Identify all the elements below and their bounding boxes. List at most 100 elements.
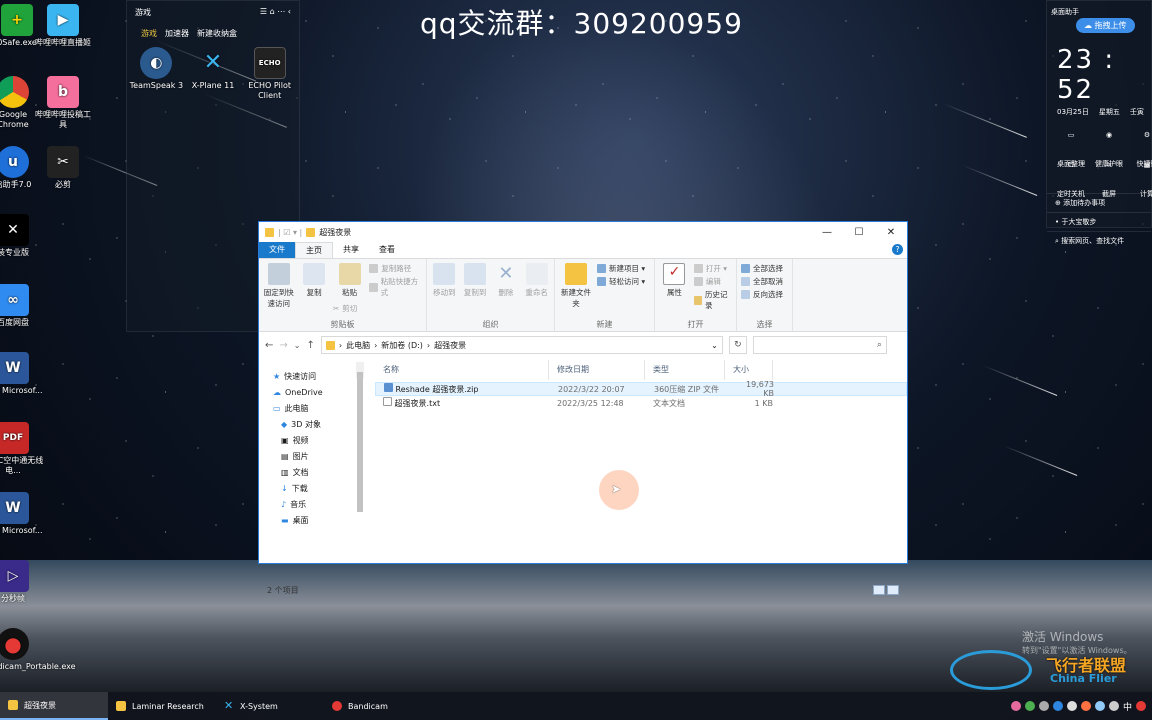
help-icon[interactable]: ? [892,244,903,255]
desktop-icon-pdf[interactable]: PDF TPRC空中通无线电... [0,422,44,476]
ribbon-tab-view[interactable]: 查看 [369,242,405,258]
history-button[interactable]: 历史记录 [693,289,732,311]
widget-todo-item[interactable]: • 于大宝敬步 [1047,212,1151,231]
select-all-button[interactable]: 全部选择 [741,263,783,274]
column-date[interactable]: 修改日期 [549,360,645,380]
minimize-button[interactable]: — [811,227,843,238]
nav-scrollbar[interactable] [356,362,364,512]
paste-shortcut-button[interactable]: 粘贴快捷方式 [369,276,422,298]
fence-tab-games[interactable]: 游戏 [141,28,157,39]
desktop-icon-bandicam[interactable]: ● Bandicam_Portable.exe [0,628,76,672]
widget-action-eye-care[interactable]: ◉ 健康护眼 [1091,131,1127,168]
explorer-titlebar[interactable]: | ☑ ▾ | 超强夜景 — ☐ ✕ [259,222,907,242]
maximize-button[interactable]: ☐ [843,227,875,238]
copy-button[interactable]: 复制 [298,261,329,319]
new-item-button[interactable]: 新建项目 ▾ [597,263,645,274]
table-row[interactable]: Reshade 超强夜景.zip 2022/3/22 20:07 360压缩 Z… [375,380,907,398]
fence-tab-accelerator[interactable]: 加速器 [165,28,189,39]
desktop-icon-bilibili-live[interactable]: ▶ 哔哩哔哩直播姬 [32,4,94,48]
widget-action-shortcut[interactable]: ⚙快捷键 [1129,131,1152,168]
scrollbar-thumb[interactable] [357,372,363,512]
properties-button[interactable]: ✓ 属性 [659,261,690,319]
rename-button[interactable]: 重命名 [523,261,550,319]
pin-quick-access-button[interactable]: 固定到快速访问 [263,261,294,319]
fence-icon-xplane[interactable]: ✕ X-Plane 11 [186,47,241,101]
breadcrumb-current[interactable]: 超强夜景 [434,340,466,351]
column-size[interactable]: 大小 [725,360,773,380]
cut-button[interactable]: ✂ 剪切 [333,303,357,314]
address-bar[interactable]: › 此电脑 › 新加卷 (D:) › 超强夜景 ⌄ [320,336,723,354]
easy-access-button[interactable]: 轻松访问 ▾ [597,276,645,287]
nav-item-music[interactable]: ♪ 音乐 [273,496,364,512]
taskbar-item-bandicam[interactable]: Bandicam [324,692,432,720]
ribbon-tab-file[interactable]: 文件 [259,242,295,258]
tray-app-icon[interactable] [1080,701,1091,711]
tray-app-icon[interactable] [1052,701,1063,711]
nav-item-desktop[interactable]: ▬ 桌面 [273,512,364,528]
back-arrow-icon[interactable]: ← [265,340,273,351]
edit-button[interactable]: 编辑 [693,276,732,287]
chevron-down-icon[interactable]: ⌄ [711,341,718,350]
widget-action-shutdown[interactable]: ⏻ 定时关机 [1053,161,1089,198]
fence-tab-new-box[interactable]: 新建收纳盒 [197,28,237,39]
details-view-icon[interactable] [873,585,885,595]
breadcrumb-this-pc[interactable]: 此电脑 [346,340,370,351]
widget-action-screenshot[interactable]: ⌗ 截屏 [1091,161,1127,198]
nav-item-videos[interactable]: ▣ 视频 [273,432,364,448]
fence-controls[interactable]: ☰ ⌂ ⋯ ‹ [260,7,291,18]
tray-app-icon[interactable] [1136,701,1146,711]
tray-app-icon[interactable] [1038,701,1049,711]
desktop-icon-word-2[interactable]: W 新建 Microsof... [0,492,44,536]
table-row[interactable]: 超强夜景.txt 2022/3/25 12:48 文本文档 1 KB [375,396,907,410]
new-folder-button[interactable]: 新建文件夹 [559,261,593,319]
forward-arrow-icon[interactable]: → [279,340,287,351]
tray-app-icon[interactable] [1066,701,1077,711]
widget-action-calculator[interactable]: ▦ 计算 [1129,161,1152,198]
copy-to-button[interactable]: 复制到 [462,261,489,319]
ime-indicator[interactable]: 中 [1123,700,1132,713]
column-type[interactable]: 类型 [645,360,725,380]
desktop-icon-bijian[interactable]: ✂ 必剪 [32,146,94,190]
invert-selection-button[interactable]: 反向选择 [741,289,783,300]
widget-upload-button[interactable]: ☁ 拖拽上传 [1076,18,1135,33]
network-icon[interactable] [1094,701,1105,711]
close-button[interactable]: ✕ [875,227,907,238]
ribbon-tab-share[interactable]: 共享 [333,242,369,258]
tray-app-icon[interactable] [1010,701,1021,711]
desktop-icon-word-1[interactable]: W 新建 Microsof... [0,352,44,396]
taskbar-item-explorer[interactable]: 超强夜景 [0,692,108,720]
recent-chevron-icon[interactable]: ⌄ [294,341,301,350]
nav-item-onedrive[interactable]: ☁ OneDrive [273,384,364,400]
desktop-icon-bilibili-upload[interactable]: b 哔哩哔哩投稿工具 [32,76,94,130]
taskbar-item-laminar[interactable]: Laminar Research [108,692,216,720]
taskbar-item-xsystem[interactable]: ✕ X-System [216,692,324,720]
select-none-button[interactable]: 全部取消 [741,276,783,287]
nav-item-documents[interactable]: ▥ 文档 [273,464,364,480]
move-to-button[interactable]: 移动到 [431,261,458,319]
nav-item-downloads[interactable]: ↓ 下载 [273,480,364,496]
open-button[interactable]: 打开 ▾ [693,263,732,274]
large-icons-view-icon[interactable] [887,585,899,595]
desktop-icon-capcut[interactable]: ✕ 装专业版 [0,214,44,258]
fence-icon-echo[interactable]: ECHO ECHO Pilot Client [242,47,297,101]
desktop-icon-baidu-netdisk[interactable]: ∞ 百度网盘 [0,284,44,328]
desktop-icon-framer[interactable]: ▷ 分秒帧 [0,560,44,604]
nav-item-3d-objects[interactable]: ◆ 3D 对象 [273,416,364,432]
up-arrow-icon[interactable]: ↑ [306,340,314,351]
search-input[interactable]: ⌕ [752,336,887,354]
fence-icon-teamspeak[interactable]: ◐ TeamSpeak 3 [129,47,184,101]
refresh-button[interactable]: ↻ [728,336,747,354]
breadcrumb-drive-d[interactable]: 新加卷 (D:) [381,340,423,351]
tray-app-icon[interactable] [1024,701,1035,711]
volume-icon[interactable] [1108,701,1119,711]
ribbon-tab-home[interactable]: 主页 [295,242,333,258]
column-name[interactable]: 名称 [375,360,549,380]
widget-search[interactable]: ⌕ 搜索网页、查找文件 [1047,231,1151,250]
nav-item-quick-access[interactable]: ★ 快速访问 [273,368,364,384]
nav-item-this-pc[interactable]: ▭ 此电脑 [273,400,364,416]
delete-button[interactable]: ✕ 删除 [493,261,520,319]
nav-item-pictures[interactable]: ▤ 图片 [273,448,364,464]
copy-path-button[interactable]: 复制路径 [369,263,422,274]
quick-access-toolbar[interactable]: | ☑ ▾ | [278,228,302,237]
widget-action-desk-tidy[interactable]: ▭ 桌面整理 [1053,131,1089,168]
